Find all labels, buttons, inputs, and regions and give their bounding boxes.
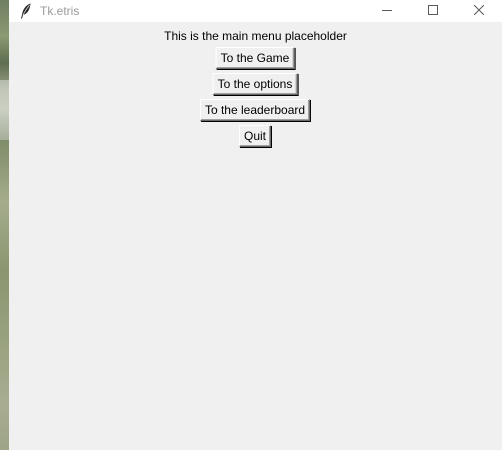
minimize-button[interactable]	[364, 0, 410, 22]
desktop-wallpaper	[0, 0, 9, 450]
window-controls	[364, 0, 502, 22]
to-the-options-button[interactable]: To the options	[212, 73, 298, 95]
to-the-leaderboard-button[interactable]: To the leaderboard	[199, 99, 311, 121]
desktop: Tk.etris This is the main menu placehold…	[0, 0, 502, 450]
maximize-button[interactable]	[410, 0, 456, 22]
maximize-icon	[428, 2, 438, 20]
main-menu-placeholder-label: This is the main menu placeholder	[164, 29, 347, 43]
close-icon	[473, 2, 485, 20]
main-menu-frame: This is the main menu placeholder To the…	[9, 22, 502, 450]
window-title: Tk.etris	[40, 4, 80, 18]
feather-icon	[15, 0, 37, 22]
to-the-game-button[interactable]: To the Game	[215, 47, 295, 69]
title-bar[interactable]: Tk.etris	[9, 0, 502, 22]
quit-button[interactable]: Quit	[238, 125, 272, 147]
close-button[interactable]	[456, 0, 502, 22]
minimize-icon	[382, 2, 392, 20]
app-window: Tk.etris This is the main menu placehold…	[9, 0, 502, 450]
